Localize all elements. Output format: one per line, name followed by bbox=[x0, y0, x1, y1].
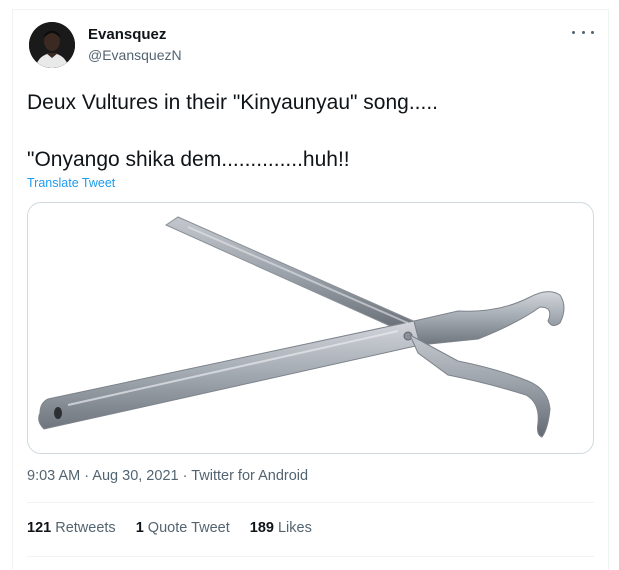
avatar[interactable] bbox=[29, 22, 75, 68]
tweet-metadata: 9:03 AM · Aug 30, 2021 · Twitter for And… bbox=[27, 468, 308, 484]
dot bbox=[572, 30, 575, 34]
metal-tongs-illustration bbox=[38, 216, 565, 438]
retweets-label: Retweets bbox=[55, 520, 116, 536]
tweet-date[interactable]: Aug 30, 2021 bbox=[92, 468, 178, 484]
divider bbox=[27, 502, 594, 503]
author-name[interactable]: Evansquez bbox=[88, 26, 166, 43]
quote-tweets-stat[interactable]: 1 Quote Tweet bbox=[136, 520, 230, 536]
tweet-card: Evansquez @EvansquezN Deux Vultures in t… bbox=[12, 9, 609, 570]
likes-stat[interactable]: 189 Likes bbox=[250, 520, 312, 536]
meta-separator: · bbox=[178, 468, 192, 484]
quotes-count: 1 bbox=[135, 520, 144, 536]
tweet-time[interactable]: 9:03 AM bbox=[27, 468, 80, 484]
tweet-media-image[interactable] bbox=[27, 202, 594, 454]
retweets-stat[interactable]: 121 Retweets bbox=[27, 520, 116, 536]
author-handle[interactable]: @EvansquezN bbox=[88, 47, 182, 63]
engagement-stats: 121 Retweets 1 Quote Tweet 189 Likes bbox=[27, 520, 312, 536]
tweet-text-line-1: Deux Vultures in their "Kinyaunyau" song… bbox=[27, 91, 439, 114]
dot bbox=[591, 30, 594, 34]
tweet-source[interactable]: Twitter for Android bbox=[191, 468, 308, 484]
more-options-icon[interactable] bbox=[572, 24, 594, 40]
retweets-count: 121 bbox=[27, 520, 52, 536]
likes-label: Likes bbox=[277, 520, 312, 536]
avatar-image bbox=[29, 22, 75, 68]
tweet-text-line-2: "Onyango shika dem..............huh!! bbox=[27, 148, 350, 171]
meta-separator: · bbox=[80, 468, 93, 484]
divider bbox=[27, 556, 594, 557]
translate-tweet-link[interactable]: Translate Tweet bbox=[27, 176, 115, 190]
dot bbox=[581, 30, 585, 34]
quotes-label: Quote Tweet bbox=[147, 520, 230, 536]
likes-count: 189 bbox=[249, 520, 274, 536]
